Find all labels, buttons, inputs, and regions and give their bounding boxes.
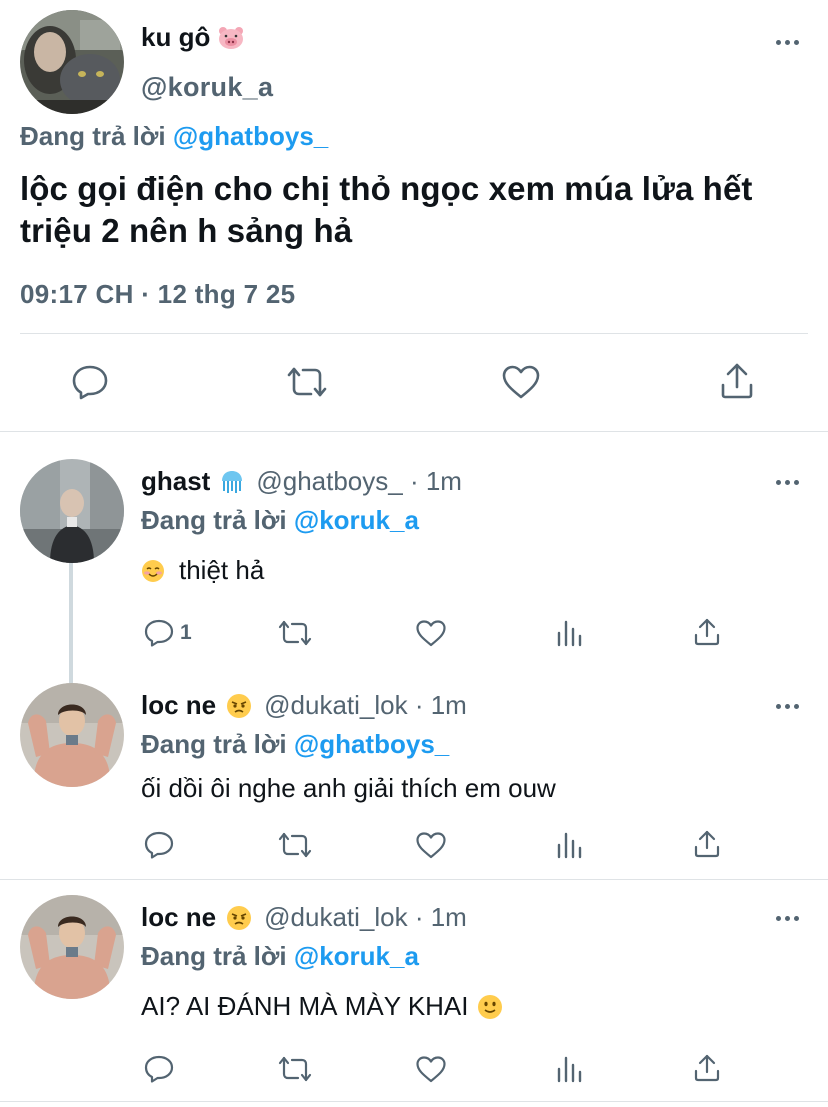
analytics-icon[interactable] <box>554 618 584 648</box>
reply-header: loc ne @dukati_lok · 1m <box>141 690 467 721</box>
angry-face-icon <box>226 905 252 931</box>
share-icon[interactable] <box>692 828 722 860</box>
reply-text: thiệt hả <box>141 555 264 586</box>
reply-avatar[interactable] <box>20 895 124 999</box>
replying-to-prefix: Đang trả lời <box>141 505 287 535</box>
jellyfish-icon <box>220 469 244 495</box>
replying-to-prefix: Đang trả lời <box>141 729 287 759</box>
reply-text-content: AI? AI ĐÁNH MÀ MÀY KHAI <box>141 991 469 1021</box>
replying-to-prefix: Đang trả lời <box>141 941 287 971</box>
reply-avatar[interactable] <box>20 459 124 563</box>
reply-avatar[interactable] <box>20 683 124 787</box>
retweet-icon[interactable] <box>284 362 330 402</box>
reply-icon[interactable] <box>143 830 175 860</box>
reply-icon[interactable] <box>143 618 175 648</box>
main-tweet-timestamp[interactable]: 09:17 CH · 12 thg 7 25 <box>20 279 295 310</box>
main-author-handle[interactable]: @koruk_a <box>141 72 273 103</box>
reply-author-name[interactable]: loc ne <box>141 902 216 933</box>
reply-text-content: thiệt hả <box>179 555 265 585</box>
more-options-icon[interactable] <box>776 40 799 45</box>
reply-handle-time[interactable]: @dukati_lok · 1m <box>264 902 467 933</box>
like-icon[interactable] <box>414 618 448 648</box>
analytics-icon[interactable] <box>554 1054 584 1084</box>
reply-text: AI? AI ĐÁNH MÀ MÀY KHAI <box>141 991 503 1022</box>
like-icon[interactable] <box>414 1054 448 1084</box>
replying-to-mention[interactable]: @ghatboys_ <box>294 729 449 759</box>
divider <box>0 1101 828 1102</box>
like-icon[interactable] <box>414 830 448 860</box>
reply-handle-time[interactable]: @dukati_lok · 1m <box>264 690 467 721</box>
reply-count: 1 <box>180 621 192 644</box>
reply-text-content: ối dồi ôi nghe anh giải thích em ouw <box>141 773 556 803</box>
main-author-name-text: ku gô <box>141 22 211 52</box>
thread-line <box>69 563 73 683</box>
angry-face-icon <box>226 693 252 719</box>
share-icon[interactable] <box>718 360 756 402</box>
reply-header: ghast @ghatboys_ · 1m <box>141 466 462 497</box>
reply-icon[interactable] <box>143 1054 175 1084</box>
retweet-icon[interactable] <box>276 830 314 860</box>
main-author-name[interactable]: ku gô <box>141 22 244 53</box>
main-avatar[interactable] <box>20 10 124 114</box>
replying-to-prefix: Đang trả lời <box>20 121 166 151</box>
reply-text: ối dồi ôi nghe anh giải thích em ouw <box>141 773 556 804</box>
slightly-smiling-face-icon <box>477 994 503 1020</box>
main-tweet-text: lộc gọi điện cho chị thỏ ngọc xem múa lử… <box>20 170 753 249</box>
replying-to: Đang trả lời @koruk_a <box>141 505 419 536</box>
replying-to: Đang trả lời @ghatboys_ <box>20 121 328 152</box>
retweet-icon[interactable] <box>276 1054 314 1084</box>
replying-to-mention[interactable]: @koruk_a <box>294 505 419 535</box>
replying-to-mention[interactable]: @ghatboys_ <box>173 121 328 151</box>
reply-handle-time[interactable]: @ghatboys_ · 1m <box>256 466 462 497</box>
replying-to: Đang trả lời @ghatboys_ <box>141 729 449 760</box>
reply-icon[interactable] <box>70 362 110 402</box>
share-icon[interactable] <box>692 616 722 648</box>
retweet-icon[interactable] <box>276 618 314 648</box>
analytics-icon[interactable] <box>554 830 584 860</box>
divider <box>0 879 828 880</box>
divider <box>0 431 828 432</box>
replying-to-mention[interactable]: @koruk_a <box>294 941 419 971</box>
like-icon[interactable] <box>500 362 542 402</box>
share-icon[interactable] <box>692 1052 722 1084</box>
more-options-icon[interactable] <box>776 704 799 709</box>
replying-to: Đang trả lời @koruk_a <box>141 941 419 972</box>
reply-header: loc ne @dukati_lok · 1m <box>141 902 467 933</box>
divider <box>20 333 808 334</box>
more-options-icon[interactable] <box>776 480 799 485</box>
pig-face-icon <box>218 26 244 50</box>
reply-author-name[interactable]: ghast <box>141 466 210 497</box>
reply-author-name[interactable]: loc ne <box>141 690 216 721</box>
more-options-icon[interactable] <box>776 916 799 921</box>
smiling-face-icon <box>141 559 165 583</box>
